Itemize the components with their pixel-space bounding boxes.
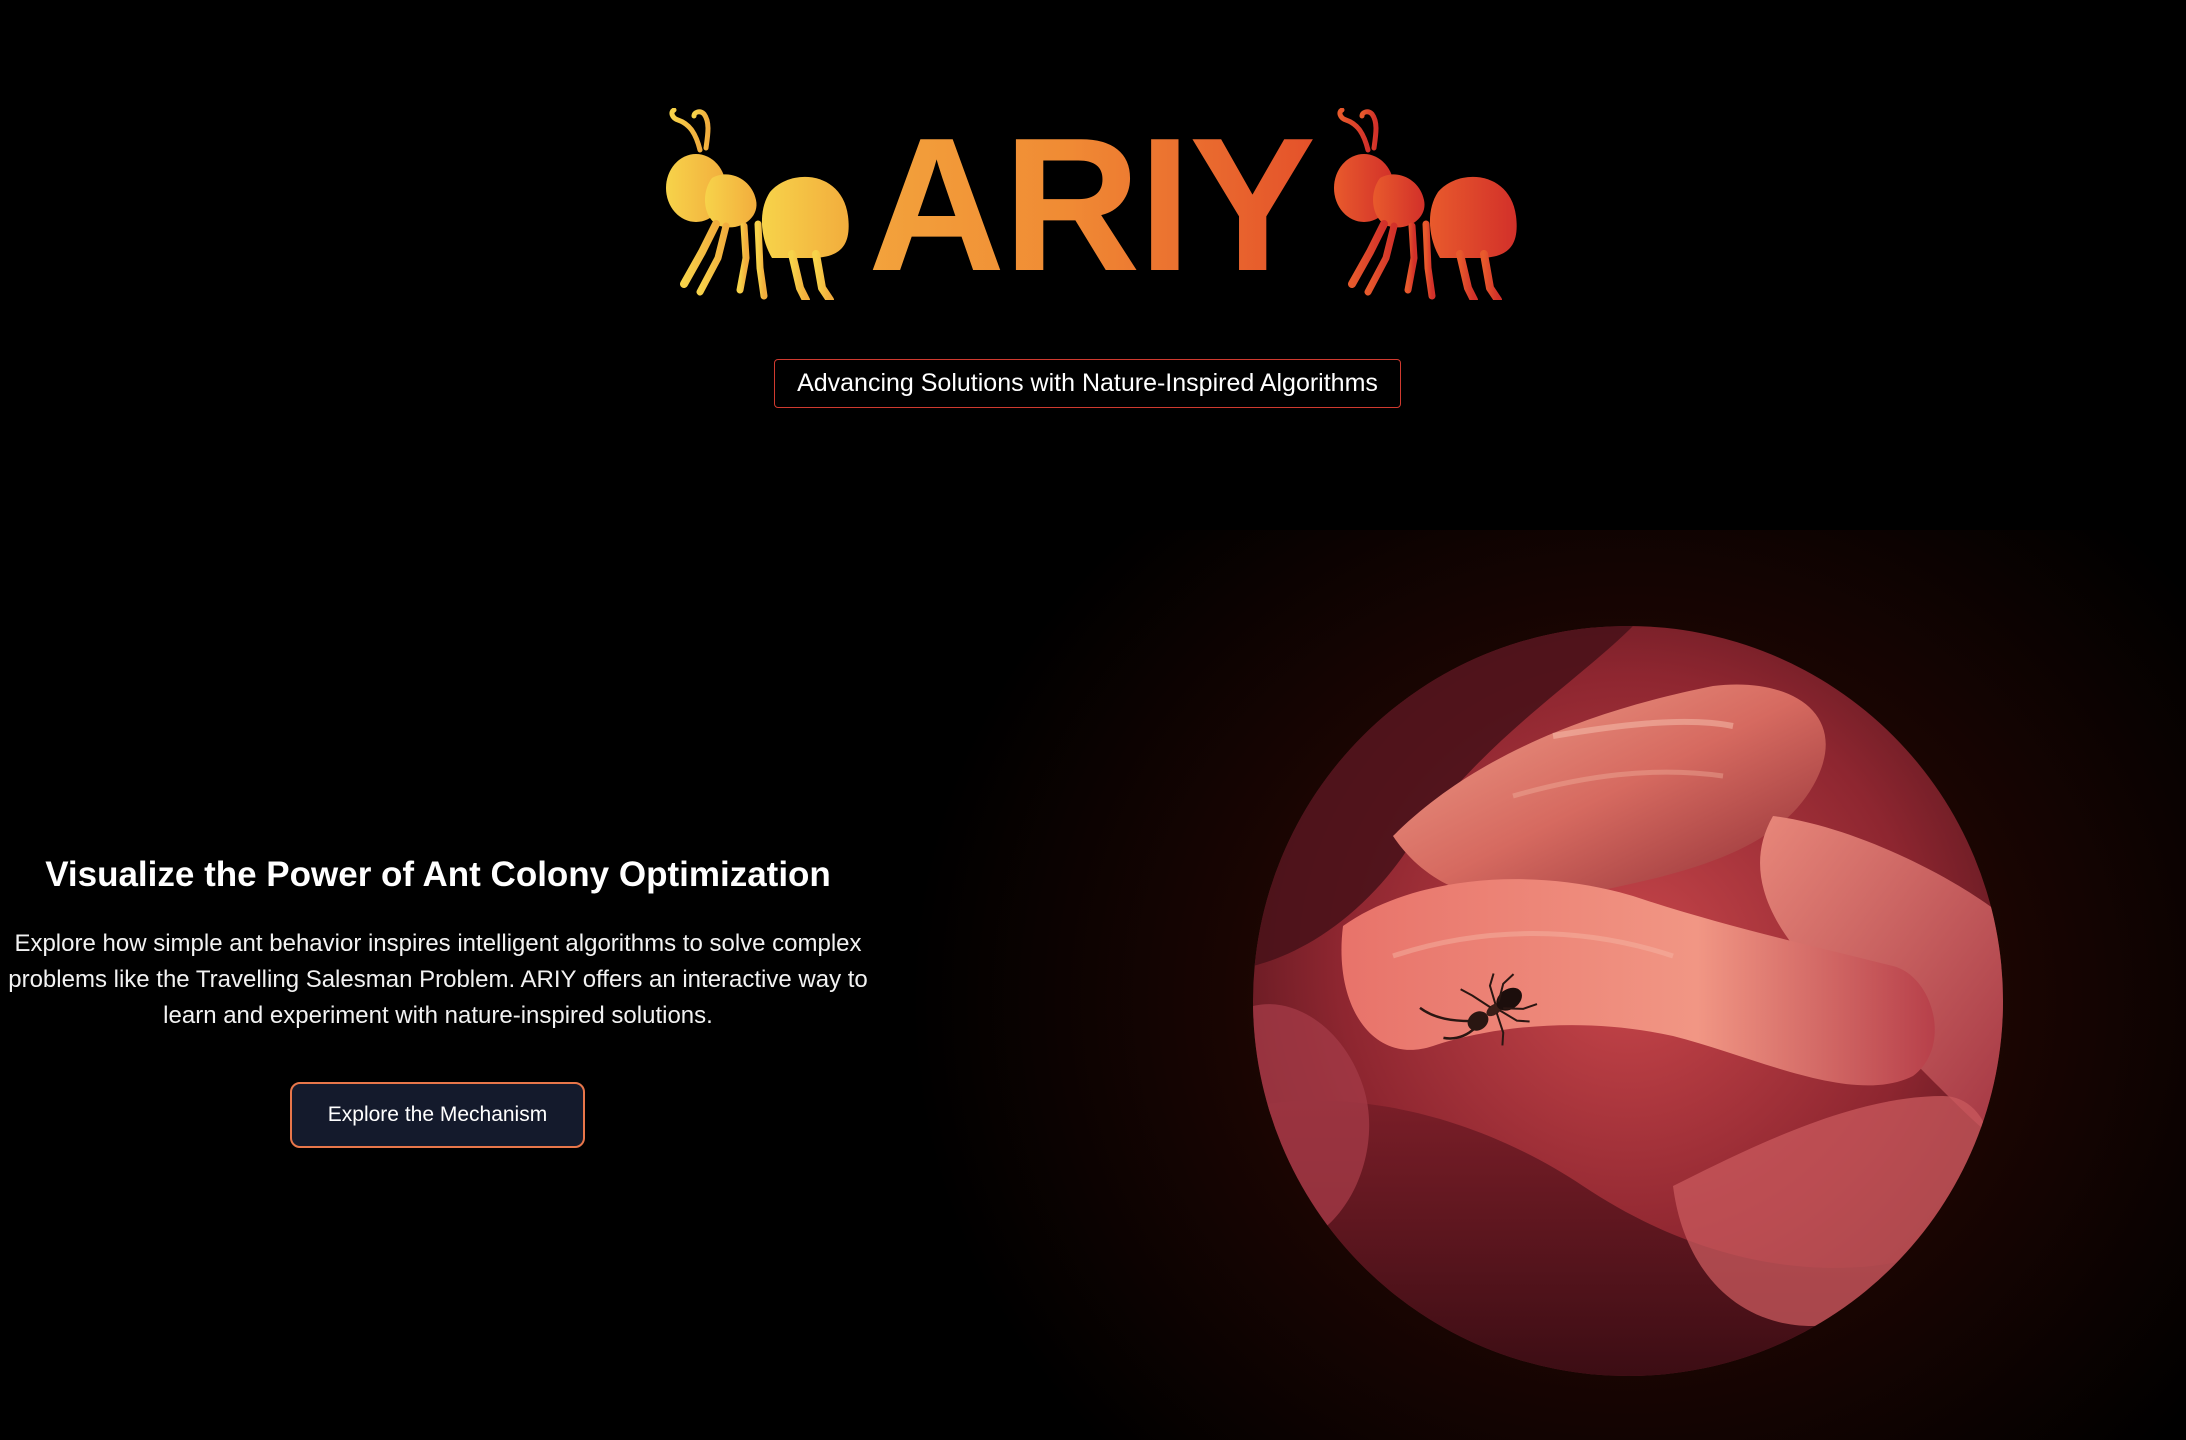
logo: ARIY — [0, 100, 2186, 300]
tagline: Advancing Solutions with Nature-Inspired… — [774, 359, 1401, 408]
ant-icon — [666, 108, 849, 300]
hero-text: Visualize the Power of Ant Colony Optimi… — [0, 530, 876, 1440]
hero-image — [1253, 626, 2003, 1376]
hero-title: Visualize the Power of Ant Colony Optimi… — [45, 855, 831, 894]
ant-icon — [1334, 108, 1517, 300]
hero-section: Visualize the Power of Ant Colony Optimi… — [0, 530, 2186, 1440]
explore-mechanism-button[interactable]: Explore the Mechanism — [290, 1082, 585, 1148]
header: ARIY Advancing Solutions with Nature-Ins… — [0, 0, 2186, 530]
ant-on-petals-image — [1253, 626, 2003, 1376]
hero-description-text: Explore how simple ant behavior inspires… — [8, 930, 868, 1029]
hero-description: Explore how simple ant behavior inspires… — [0, 926, 876, 1034]
brand-name: ARIY — [868, 110, 1318, 300]
landing-page: ARIY Advancing Solutions with Nature-Ins… — [0, 0, 2186, 1440]
